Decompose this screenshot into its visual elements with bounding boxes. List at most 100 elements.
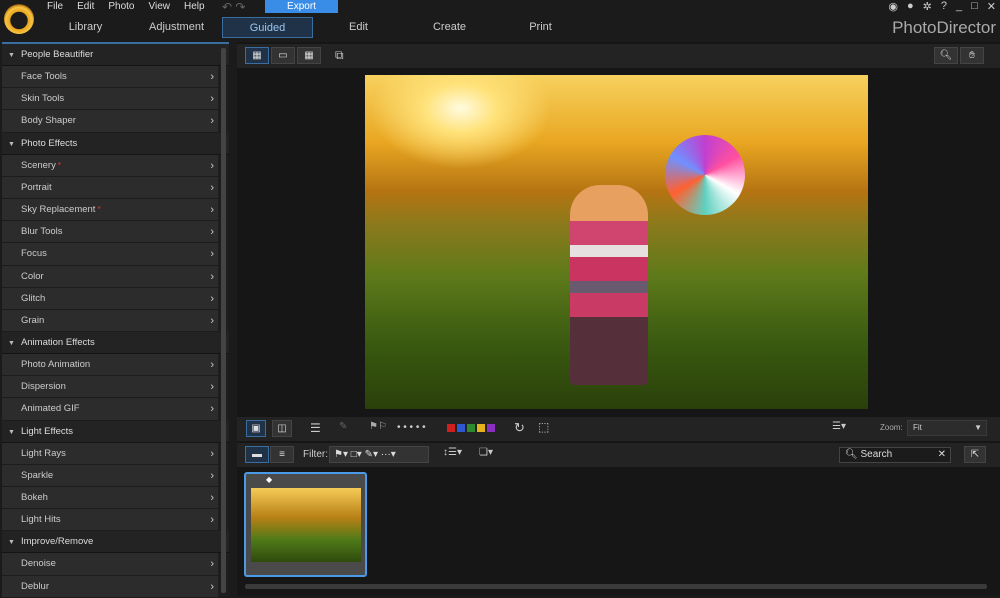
popout-button[interactable]: ⇱ [964,446,986,463]
chevron-right-icon: › [210,292,214,305]
sort-icon[interactable]: ☰ [310,421,321,435]
account-icon[interactable]: ◉ [888,0,898,13]
rating-dots[interactable]: • • • • • [397,422,426,433]
sidebar-item[interactable]: Face Tools › [2,66,218,89]
item-label: Grain [21,314,45,326]
single-preview-button[interactable]: ▣ [246,420,266,437]
sidebar-item[interactable]: Grain › [2,309,218,333]
chevron-right-icon: › [210,270,214,283]
section-header[interactable]: Improve/Remove [2,531,229,554]
menu-view[interactable]: View [142,1,178,15]
section-header[interactable]: People Beautifier [2,44,229,66]
new-marker: * [57,160,61,170]
sidebar-item[interactable]: Dispersion › [2,376,218,399]
sidebar-item[interactable]: Portrait › [2,176,218,199]
sidebar-item[interactable]: Sky Replacement * › [2,198,218,222]
zoom-value: Fit [913,423,922,432]
compare-icon[interactable]: ⧉ [335,48,344,63]
sidebar-item[interactable]: Skin Tools › [2,88,218,111]
app-logo [4,4,34,34]
sidebar-item[interactable]: Photo Animation › [2,354,218,377]
menu-file[interactable]: File [40,1,70,15]
item-label: Blur Tools [21,226,63,238]
tab-print[interactable]: Print [495,17,586,38]
color-label-swatch[interactable] [457,424,465,432]
stack-icon[interactable]: ❏▾ [479,447,493,458]
item-label: Sky Replacement [21,203,96,215]
flag-icon[interactable]: ⚑⚐ [369,421,387,432]
notification-icon[interactable]: ● [907,0,914,13]
tab-adjustment[interactable]: Adjustment [131,17,222,38]
menu-edit[interactable]: Edit [70,1,101,15]
rotate-icon[interactable]: ↻ [514,420,525,436]
main-panel: ▦ ▭ ▦ ⧉ 🔍︎ ✋︎ ▣ ◫ ☰ ✎ ⚑⚐ • • • • • ↻ ⬚ ☰… [237,42,1000,596]
color-label-swatch[interactable] [477,424,485,432]
compare-preview-button[interactable]: ◫ [272,420,292,437]
sidebar-item[interactable]: Animated GIF › [2,398,218,421]
brand-title: PhotoDirector [892,18,996,37]
menu-help[interactable]: Help [177,1,212,15]
tag-icon: ◆ [266,475,273,484]
sidebar-item[interactable]: Glitch › [2,287,218,310]
zoom-select[interactable]: Fit ▼ [907,420,987,436]
maximize-icon[interactable]: □ [971,0,978,13]
brush-icon[interactable]: ✎ [339,421,347,432]
single-view-button[interactable]: ▭ [271,47,295,64]
color-label-swatch[interactable] [447,424,455,432]
undo-redo[interactable]: ↶ ↷ [222,0,245,14]
search-input[interactable]: 🔍︎ Search ✕ [839,447,951,463]
list-view-button[interactable]: ≡ [270,446,294,463]
tab-edit[interactable]: Edit [313,17,404,38]
tab-library[interactable]: Library [40,17,131,38]
filter-options[interactable]: ⚑▾ □▾ ✎▾ ···▾ [329,446,429,463]
export-button[interactable]: Export [265,0,338,13]
color-label-swatch[interactable] [467,424,475,432]
photo-thumbnail[interactable]: ◆ [244,472,367,577]
filmstrip-scrollbar[interactable] [245,584,987,589]
color-labels [447,424,497,435]
clear-search-icon[interactable]: ✕ [938,448,946,462]
zoom-tool-button[interactable]: 🔍︎ [934,47,958,64]
sidebar-scrollbar[interactable] [221,48,226,593]
sort-order-icon[interactable]: ↕☰▾ [443,447,462,458]
minimize-icon[interactable]: _ [956,0,962,13]
sidebar-item[interactable]: Focus › [2,243,218,266]
section-header[interactable]: Photo Effects [2,132,229,155]
tab-guided[interactable]: Guided [222,17,313,38]
sidebar-item[interactable]: Light Hits › [2,509,218,532]
new-marker: * [97,204,101,214]
sidebar-item[interactable]: Bokeh › [2,487,218,510]
sidebar-item[interactable]: Deblur › [2,575,218,598]
item-label: Sparkle [21,469,54,481]
close-icon[interactable]: ✕ [987,0,996,13]
color-label-swatch[interactable] [487,424,495,432]
chevron-right-icon: › [210,159,214,172]
sidebar-item[interactable]: Light Rays › [2,442,218,465]
sidebar-item[interactable]: Scenery * › [2,154,218,177]
crop-icon[interactable]: ⬚ [538,420,549,434]
view-mode-button[interactable]: ▦ [245,47,269,64]
sidebar-item[interactable]: Sparkle › [2,464,218,487]
list-options-icon[interactable]: ☰▾ [832,421,846,432]
sidebar-item[interactable]: Denoise › [2,553,218,576]
section-header[interactable]: Animation Effects [2,332,229,355]
window-controls: ◉ ● ✲? _ □ ✕ [888,0,996,13]
thumbnail-view-button[interactable]: ▬ [245,446,269,463]
tab-create[interactable]: Create [404,17,495,38]
item-label: Deblur [21,580,49,592]
hand-tool-button[interactable]: ✋︎ [960,47,984,64]
grid-view-button[interactable]: ▦ [297,47,321,64]
chevron-right-icon: › [210,403,214,416]
sidebar-item[interactable]: Blur Tools › [2,221,218,244]
item-label: Skin Tools [21,93,65,105]
item-label: Denoise [21,558,56,570]
chevron-right-icon: › [210,381,214,394]
help-icon[interactable]: ? [941,0,947,13]
section-header[interactable]: Light Effects [2,420,229,443]
sidebar-item[interactable]: Body Shaper › [2,110,218,133]
menu-photo[interactable]: Photo [101,1,141,15]
settings-icon[interactable]: ✲ [923,0,932,13]
chevron-right-icon: › [210,115,214,128]
chevron-right-icon: › [210,558,214,571]
sidebar-item[interactable]: Color › [2,265,218,288]
